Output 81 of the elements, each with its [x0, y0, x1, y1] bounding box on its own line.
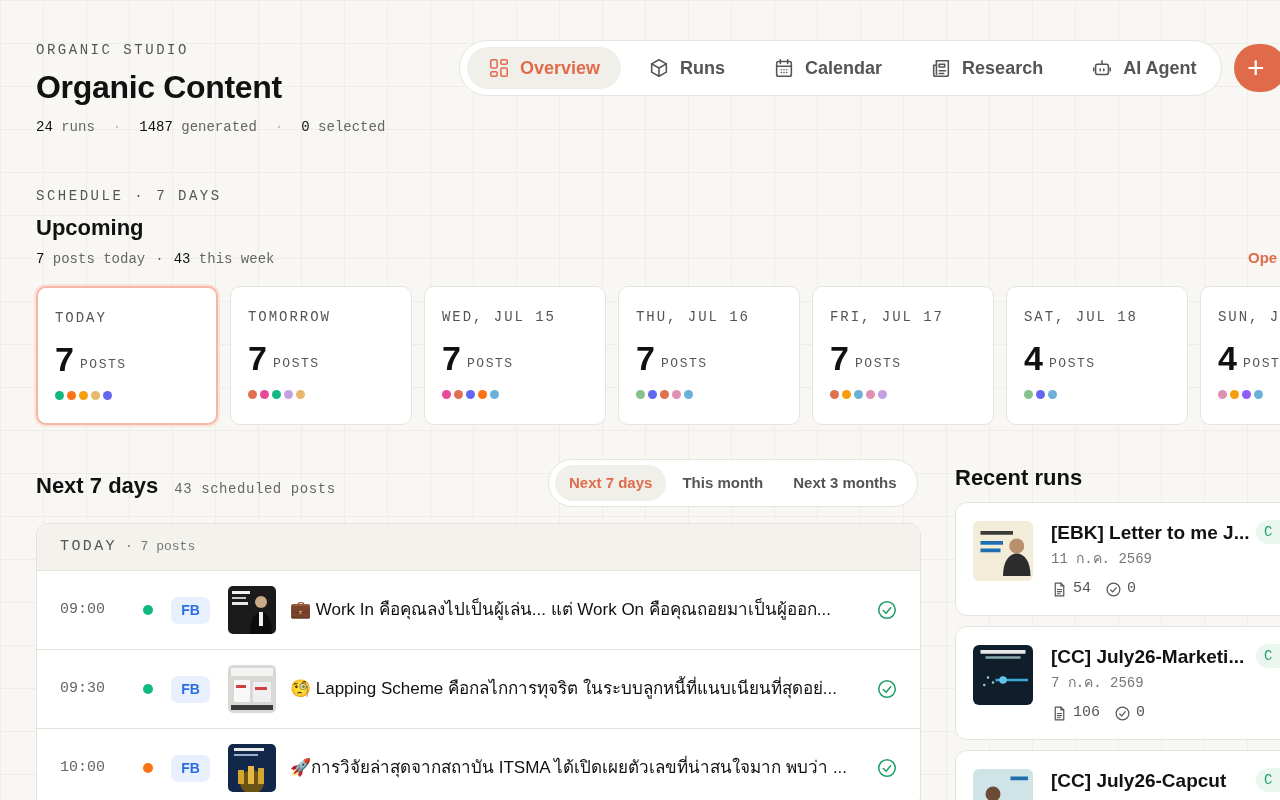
day-card[interactable]: WED, JUL 15 7 POSTS — [424, 286, 606, 425]
posts-label: POSTS — [272, 354, 320, 373]
post-row[interactable]: 10:00 FB 🚀การวิจัยล่าสุดจากสถาบัน ITSMA ได้เปิดเผยตัวเลขที่น่าสนใจมาก พบว่า ... — [37, 729, 920, 800]
post-count: 7 — [830, 340, 849, 376]
post-count: 7 — [442, 340, 461, 376]
separator-dot: · — [112, 118, 122, 137]
grid-icon — [488, 57, 510, 79]
list-subtitle: 43 scheduled posts — [174, 480, 336, 499]
page-title: Organic Content — [36, 68, 283, 107]
separator-dot: · — [274, 118, 284, 137]
posts-label: POST — [1242, 354, 1280, 373]
section-eyebrow: SCHEDULE · 7 DAYS — [36, 187, 223, 206]
status-badge: C — [1256, 520, 1280, 544]
run-card[interactable]: [EBK] Letter to me J... 11 ก.ค. 2569 54 0 C — [955, 502, 1280, 616]
section-title: Recent runs — [955, 464, 1083, 492]
run-title: [CC] July26-Marketi... — [1051, 645, 1245, 669]
summary-text: 43 this week — [173, 250, 275, 269]
separator-dot: · — [155, 250, 164, 269]
nav-tab[interactable]: Calendar — [752, 47, 904, 89]
eyebrow-label: ORGANIC STUDIO — [36, 41, 190, 60]
day-label: SAT, JUL 18 — [1024, 308, 1139, 327]
status-badge: C — [1256, 644, 1280, 668]
run-title: [CC] July26-Capcut — [1051, 769, 1227, 793]
post-time: 09:30 — [60, 678, 106, 699]
stat-text: 1487 generated — [139, 118, 257, 137]
post-row[interactable]: 09:30 FB 🧐 Lapping Scheme คือกลไกการทุจริต ในระบบลูกหนี้ที่แนบเนียนที่สุดอย่... — [37, 650, 920, 729]
nav-tab[interactable]: Research — [909, 47, 1065, 89]
day-label: TOMORROW — [248, 308, 332, 327]
post-caption: 💼 Work In คือคุณลงไปเป็นผู้เล่น... แต่ Work On คือคุณถอยมาเป็นผู้ออก... — [290, 597, 832, 622]
post-caption: 🚀การวิจัยล่าสุดจากสถาบัน ITSMA ได้เปิดเผยตัวเลขที่น่าสนใจมาก พบว่า ... — [290, 755, 860, 781]
day-card[interactable]: SAT, JUL 18 4 POSTS — [1006, 286, 1188, 425]
posts-label: POSTS — [854, 354, 902, 373]
post-time: 10:00 — [60, 757, 106, 778]
day-card[interactable]: FRI, JUL 17 7 POSTS — [812, 286, 994, 425]
run-date: 7 ก.ค. 2569 — [1051, 674, 1145, 693]
day-label: THU, JUL 16 — [636, 308, 751, 327]
day-card[interactable]: SUN, J 4 POST — [1200, 286, 1280, 425]
day-card[interactable]: TODAY 7 POSTS — [36, 286, 218, 425]
platform-badge: FB — [171, 754, 210, 782]
post-count: 7 — [55, 341, 74, 377]
day-label: TODAY — [55, 309, 108, 328]
summary-text: 7 posts today — [36, 250, 146, 269]
platform-badge: FB — [171, 596, 210, 624]
day-label: FRI, JUL 17 — [830, 308, 945, 327]
group-count: · 7 posts — [125, 538, 196, 557]
run-card[interactable]: [CC] July26-Marketi... 7 ก.ค. 2569 106 0 C — [955, 626, 1280, 740]
day-card[interactable]: TOMORROW 7 POSTS — [230, 286, 412, 425]
run-title: [EBK] Letter to me J... — [1051, 521, 1250, 545]
post-count: 54 — [1073, 579, 1091, 599]
post-count: 106 — [1073, 703, 1100, 723]
range-tab[interactable]: Next 3 months — [779, 465, 911, 501]
nav-tab[interactable]: AI Agent — [1070, 47, 1218, 89]
nav-tab[interactable]: Runs — [627, 47, 747, 89]
check-circle-icon — [1114, 704, 1131, 722]
stat-text: 0 selected — [301, 118, 386, 137]
range-tab[interactable]: This month — [668, 465, 778, 501]
posts-label: POSTS — [79, 355, 127, 374]
day-label: WED, JUL 15 — [442, 308, 557, 327]
run-date: 11 ก.ค. 2569 — [1051, 550, 1153, 569]
post-time: 09:00 — [60, 599, 106, 620]
posts-label: POSTS — [1048, 354, 1096, 373]
approved-count: 0 — [1127, 579, 1137, 599]
posts-label: POSTS — [660, 354, 708, 373]
post-count: 4 — [1218, 340, 1237, 376]
run-card[interactable]: [CC] July26-Capcut C — [955, 750, 1280, 800]
check-circle-icon — [1105, 580, 1122, 598]
platform-badge: FB — [171, 675, 210, 703]
post-caption: 🧐 Lapping Scheme คือกลไกการทุจริต ในระบบลูกหนี้ที่แนบเนียนที่สุดอย่... — [290, 676, 860, 702]
stat-text: 24 runs — [36, 118, 95, 137]
approved-count: 0 — [1136, 703, 1146, 723]
post-count: 7 — [636, 340, 655, 376]
post-row[interactable]: 09:00 FB 💼 Work In คือคุณลงไปเป็นผู้เล่น... แต่ Work On คือคุณถอยมาเป็นผู้ออก... — [37, 571, 920, 650]
section-title: Upcoming — [36, 214, 145, 242]
day-card[interactable]: THU, JUL 16 7 POSTS — [618, 286, 800, 425]
posts-label: POSTS — [466, 354, 514, 373]
post-count: 7 — [248, 340, 267, 376]
list-title: Next 7 days — [36, 472, 159, 500]
group-label: TODAY — [60, 536, 117, 557]
status-badge: C — [1256, 768, 1280, 792]
day-label: SUN, J — [1218, 308, 1280, 327]
post-count: 4 — [1024, 340, 1043, 376]
